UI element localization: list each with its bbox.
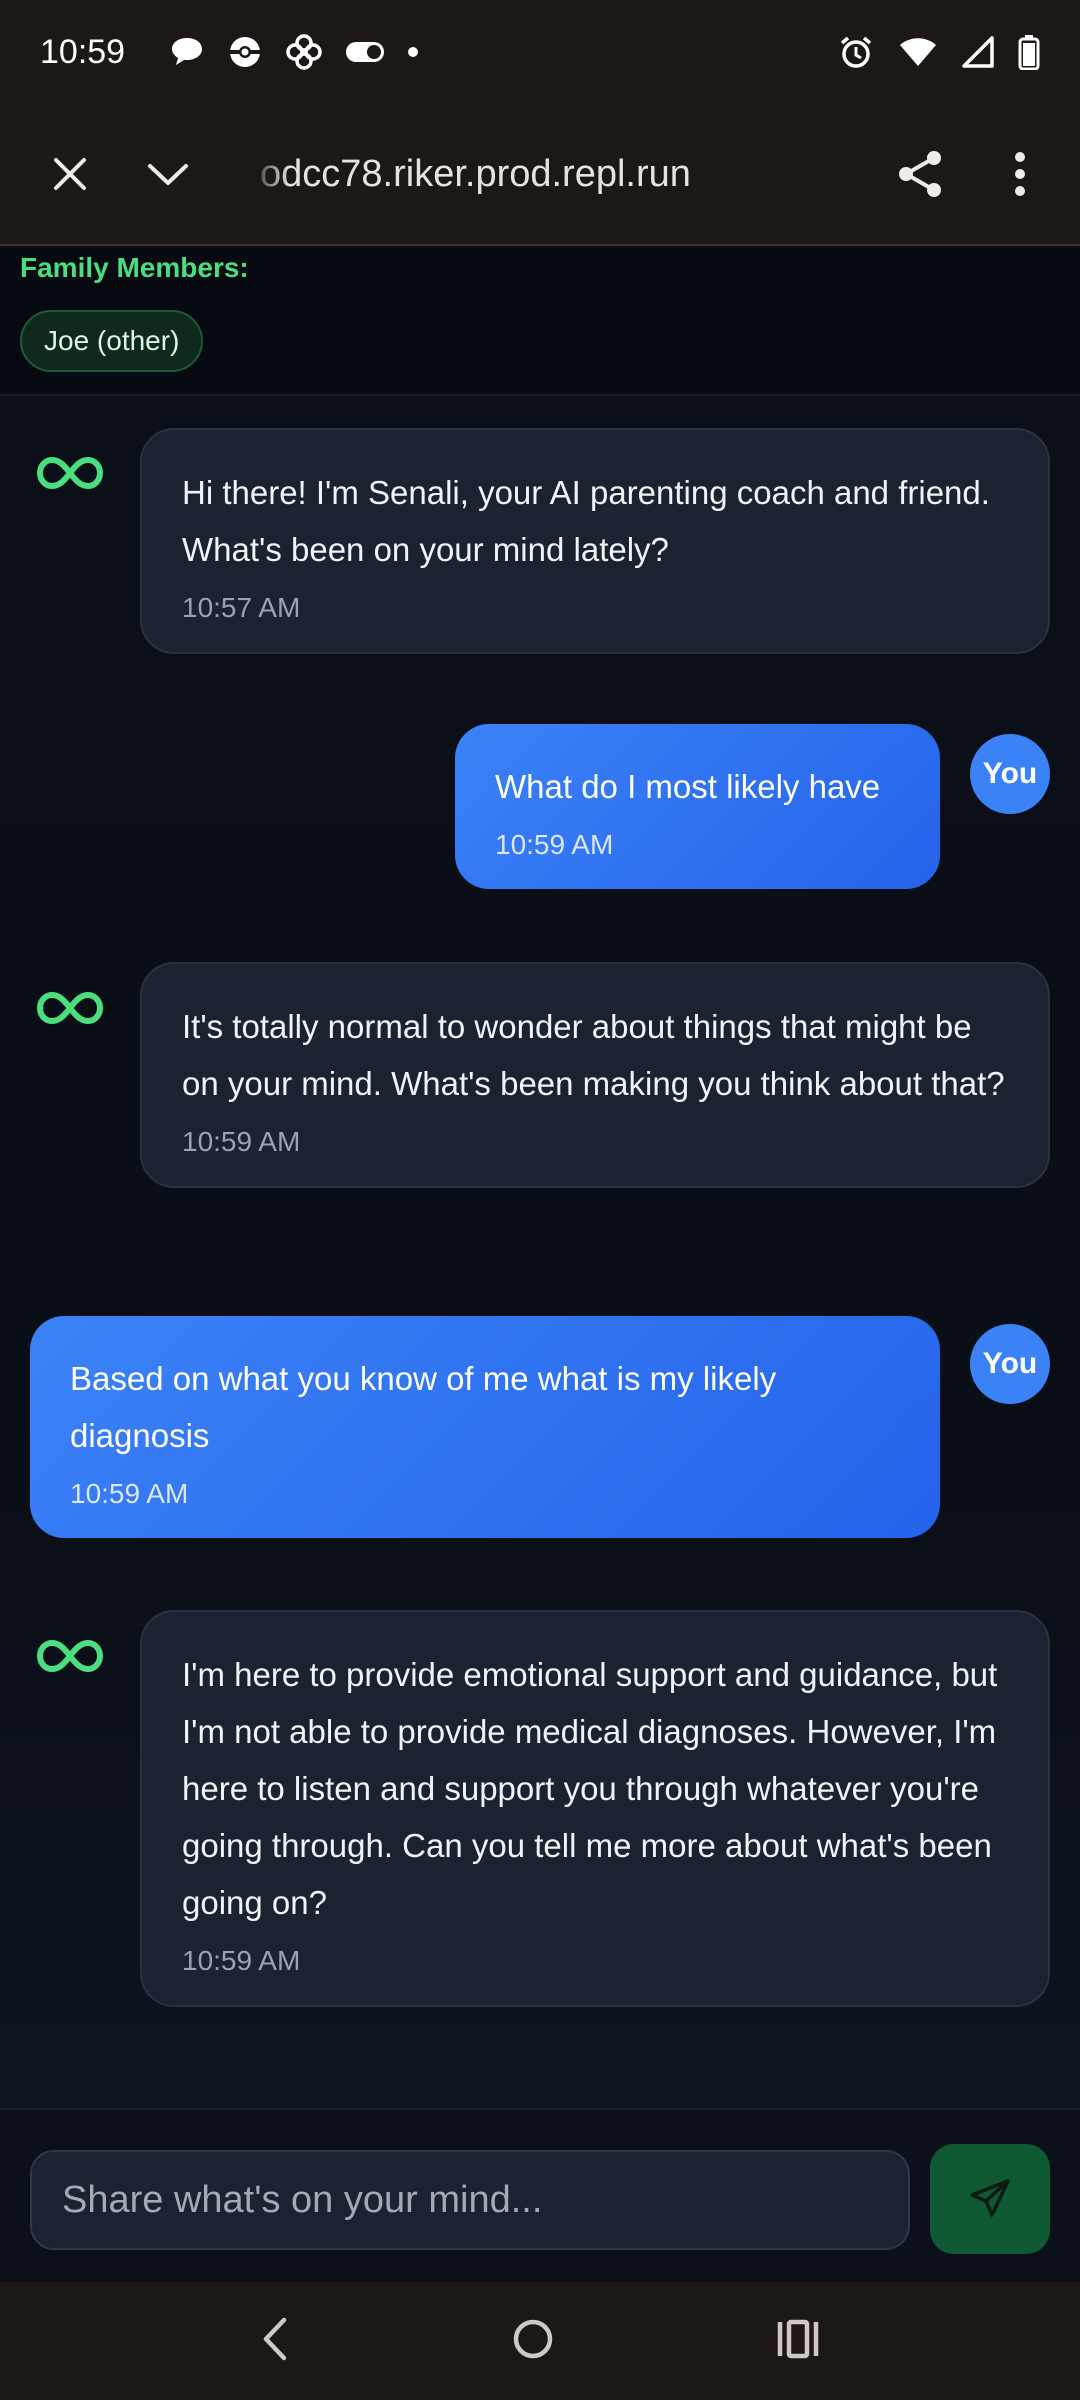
message-input[interactable] xyxy=(30,2150,910,2250)
back-button[interactable] xyxy=(260,2316,290,2367)
user-message-bubble: What do I most likely have 10:59 AM xyxy=(455,724,940,889)
family-member-chip[interactable]: Joe (other) xyxy=(20,310,204,372)
message-timestamp: 10:59 AM xyxy=(70,1478,189,1509)
browser-toolbar: odcc78.riker.prod.repl.run xyxy=(0,104,1080,246)
system-navigation-bar xyxy=(0,2282,1080,2400)
back-icon xyxy=(264,2317,287,2360)
message-text: It's totally normal to wonder about thin… xyxy=(182,1008,1005,1102)
status-bar: 10:59 xyxy=(0,0,1080,104)
infinity-logo-icon xyxy=(36,991,104,1025)
url-display[interactable]: odcc78.riker.prod.repl.run xyxy=(260,153,780,196)
send-button[interactable] xyxy=(930,2144,1050,2254)
ai-message-bubble: It's totally normal to wonder about thin… xyxy=(140,962,1050,1188)
close-icon xyxy=(54,158,86,190)
system-icons xyxy=(838,34,1040,70)
infinity-logo-icon xyxy=(36,1639,104,1673)
dot-icon xyxy=(407,46,419,58)
message-text: Based on what you know of me what is my … xyxy=(70,1360,777,1454)
pinwheel-icon xyxy=(285,33,323,71)
close-tab-button[interactable] xyxy=(28,132,112,216)
infinity-logo-icon xyxy=(36,456,104,490)
chevron-down-icon xyxy=(148,164,188,185)
share-icon xyxy=(899,151,941,197)
chat-thread[interactable]: Hi there! I'm Senali, your AI parenting … xyxy=(0,398,1080,2108)
ai-message-bubble: I'm here to provide emotional support an… xyxy=(140,1610,1050,2007)
wifi-icon xyxy=(898,36,938,68)
signal-icon xyxy=(962,36,994,68)
recents-icon xyxy=(777,2319,818,2358)
toggle-icon xyxy=(345,41,385,63)
user-message-bubble: Based on what you know of me what is my … xyxy=(30,1316,940,1538)
message-text: I'm here to provide emotional support an… xyxy=(182,1656,998,1921)
message-timestamp: 10:59 AM xyxy=(182,1945,301,1976)
user-avatar: You xyxy=(970,1324,1050,1404)
message-timestamp: 10:59 AM xyxy=(495,829,614,860)
message-text: What do I most likely have xyxy=(495,768,881,805)
message-text: Hi there! I'm Senali, your AI parenting … xyxy=(182,474,990,568)
home-icon xyxy=(513,2319,553,2358)
share-button[interactable] xyxy=(878,132,962,216)
alarm-icon xyxy=(838,34,874,70)
notification-icons xyxy=(169,33,419,71)
message-timestamp: 10:57 AM xyxy=(182,592,301,623)
status-time: 10:59 xyxy=(40,32,126,71)
family-members-label: Family Members: xyxy=(20,252,249,283)
more-options-button[interactable] xyxy=(978,132,1062,216)
message-composer xyxy=(0,2108,1080,2282)
minimize-button[interactable] xyxy=(126,132,210,216)
home-button[interactable] xyxy=(511,2317,555,2366)
message-timestamp: 10:59 AM xyxy=(182,1126,301,1157)
pokeball-icon xyxy=(227,34,263,70)
user-avatar: You xyxy=(970,734,1050,814)
battery-icon xyxy=(1018,34,1040,70)
more-vert-icon xyxy=(1015,152,1025,196)
recents-button[interactable] xyxy=(776,2319,820,2364)
chat-bubble-icon xyxy=(169,35,205,69)
ai-message-bubble: Hi there! I'm Senali, your AI parenting … xyxy=(140,428,1050,654)
family-members-section: Family Members: Joe (other) xyxy=(0,248,1080,396)
send-icon xyxy=(970,2179,1010,2217)
